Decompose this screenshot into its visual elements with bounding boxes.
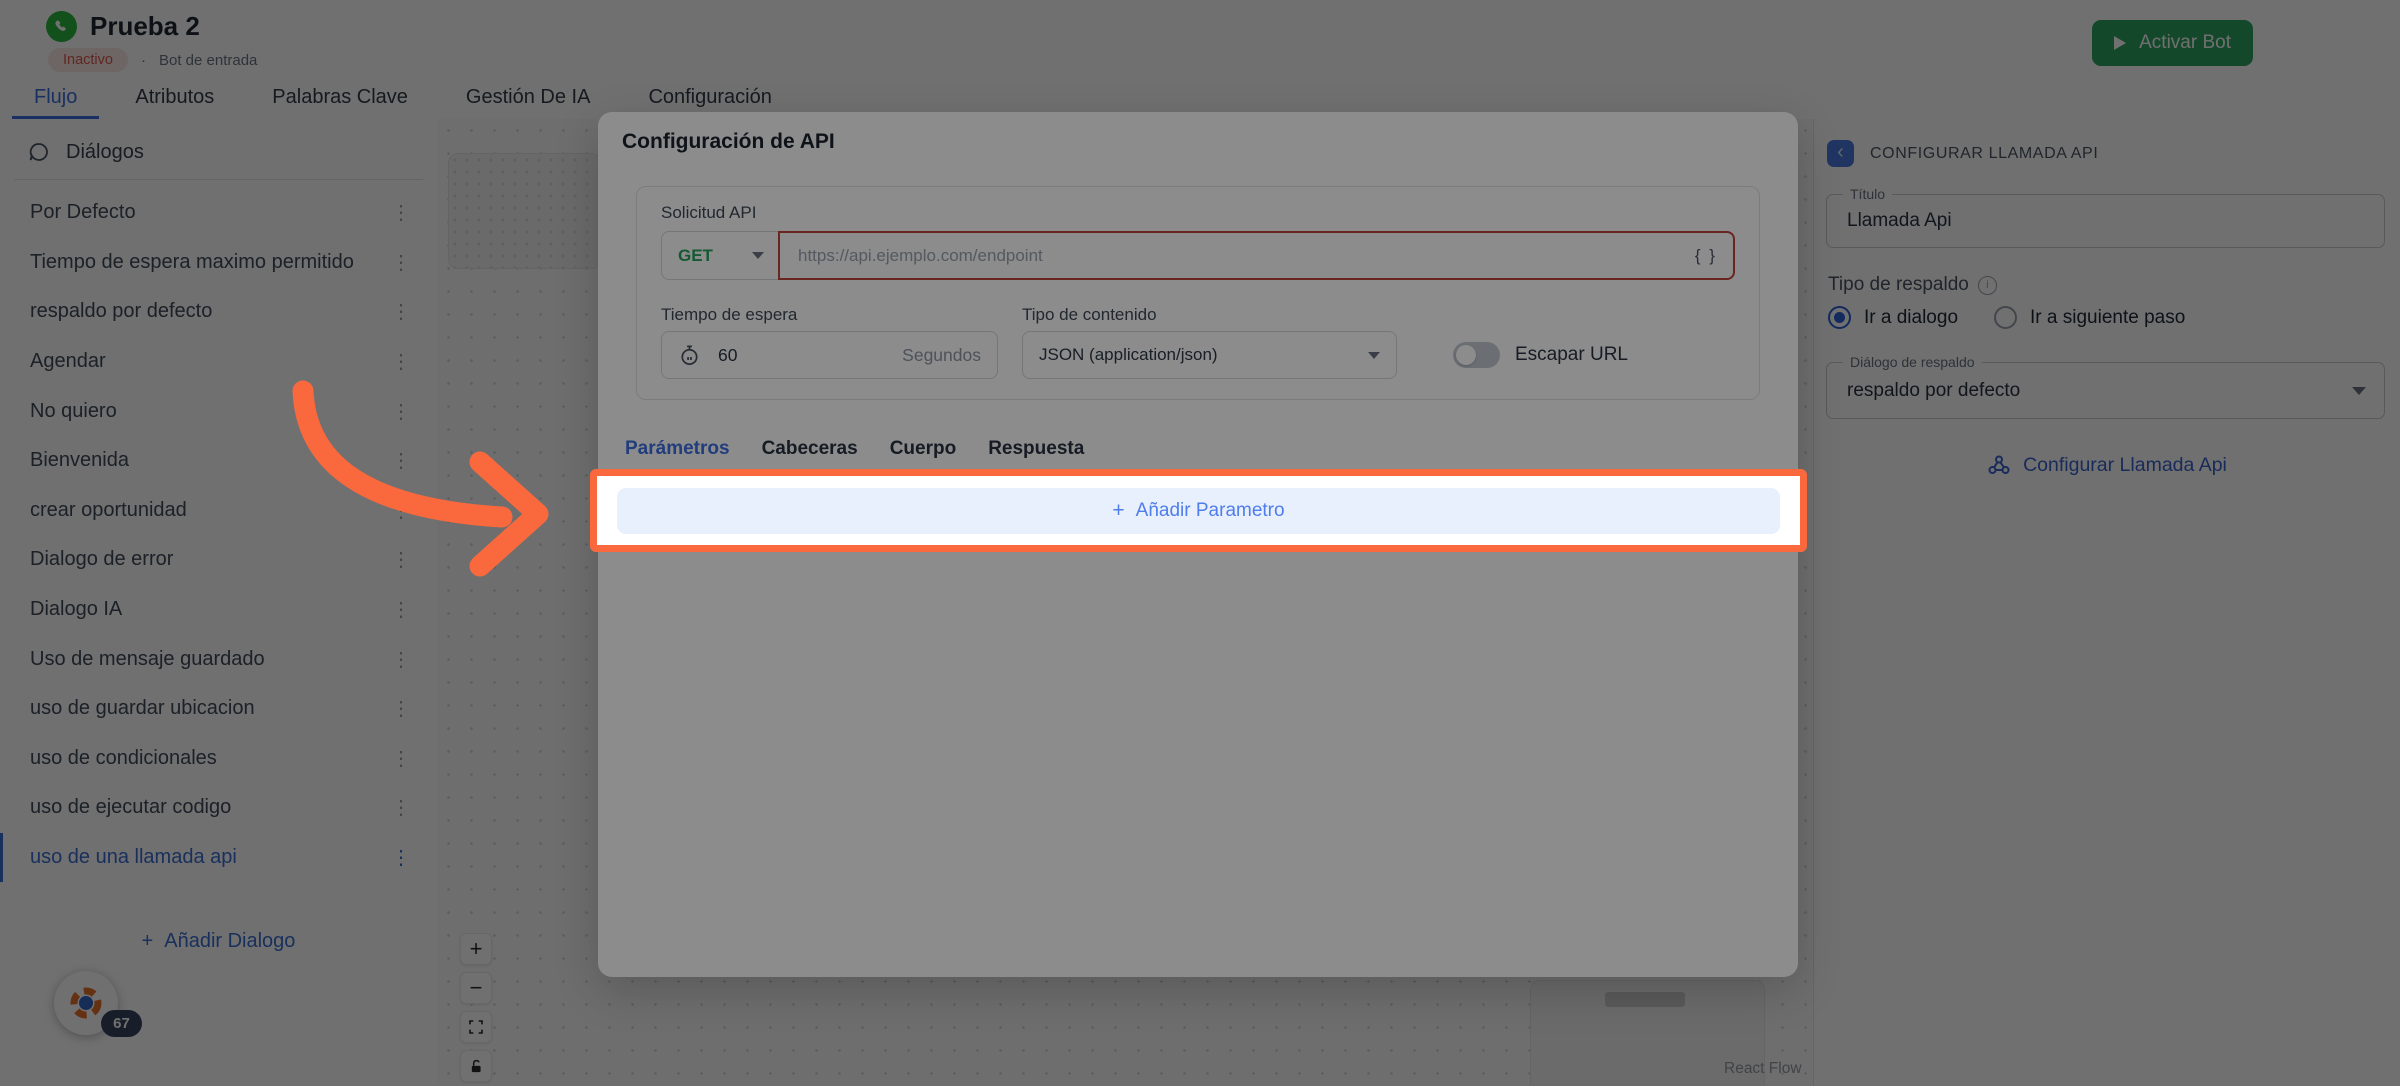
modal-title: Configuración de API xyxy=(622,130,835,154)
url-field: { } xyxy=(778,231,1735,280)
modal-tab[interactable]: Parámetros xyxy=(622,428,733,474)
url-input[interactable] xyxy=(796,245,1695,267)
plus-icon xyxy=(1112,499,1124,523)
toggle-knob xyxy=(1456,345,1476,365)
request-row: GET { } xyxy=(661,231,1735,280)
modal-tab[interactable]: Cabeceras xyxy=(759,428,861,474)
tutorial-highlight-box: Añadir Parametro xyxy=(590,469,1807,552)
content-type-label: Tipo de contenido xyxy=(1022,305,1157,325)
settings-row: Segundos JSON (application/json) Escapar… xyxy=(661,331,1628,379)
modal-tabs: Parámetros Cabeceras Cuerpo Respuesta xyxy=(598,428,1798,474)
stopwatch-icon xyxy=(678,344,701,367)
chevron-down-icon xyxy=(752,252,764,259)
app: Prueba 2 Inactivo · Bot de entrada Activ… xyxy=(0,0,2400,1086)
method-value: GET xyxy=(678,246,713,266)
timeout-input[interactable] xyxy=(716,344,790,367)
add-parameter-button[interactable]: Añadir Parametro xyxy=(617,488,1780,534)
content-type-select[interactable]: JSON (application/json) xyxy=(1022,331,1397,379)
modal-tab[interactable]: Cuerpo xyxy=(887,428,960,474)
modal-tab[interactable]: Respuesta xyxy=(985,428,1087,474)
escape-url-label: Escapar URL xyxy=(1515,344,1628,366)
method-select[interactable]: GET xyxy=(661,231,779,280)
timeout-label: Tiempo de espera xyxy=(661,305,797,325)
timeout-unit: Segundos xyxy=(902,345,981,366)
content-type-value: JSON (application/json) xyxy=(1039,345,1218,365)
timeout-field[interactable]: Segundos xyxy=(661,331,998,379)
api-request-card: Solicitud API GET { } Tiempo de espera T… xyxy=(636,186,1760,400)
request-label: Solicitud API xyxy=(661,203,756,223)
escape-url-toggle[interactable] xyxy=(1453,342,1500,368)
chevron-down-icon xyxy=(1368,352,1380,359)
variables-button[interactable]: { } xyxy=(1695,246,1717,266)
